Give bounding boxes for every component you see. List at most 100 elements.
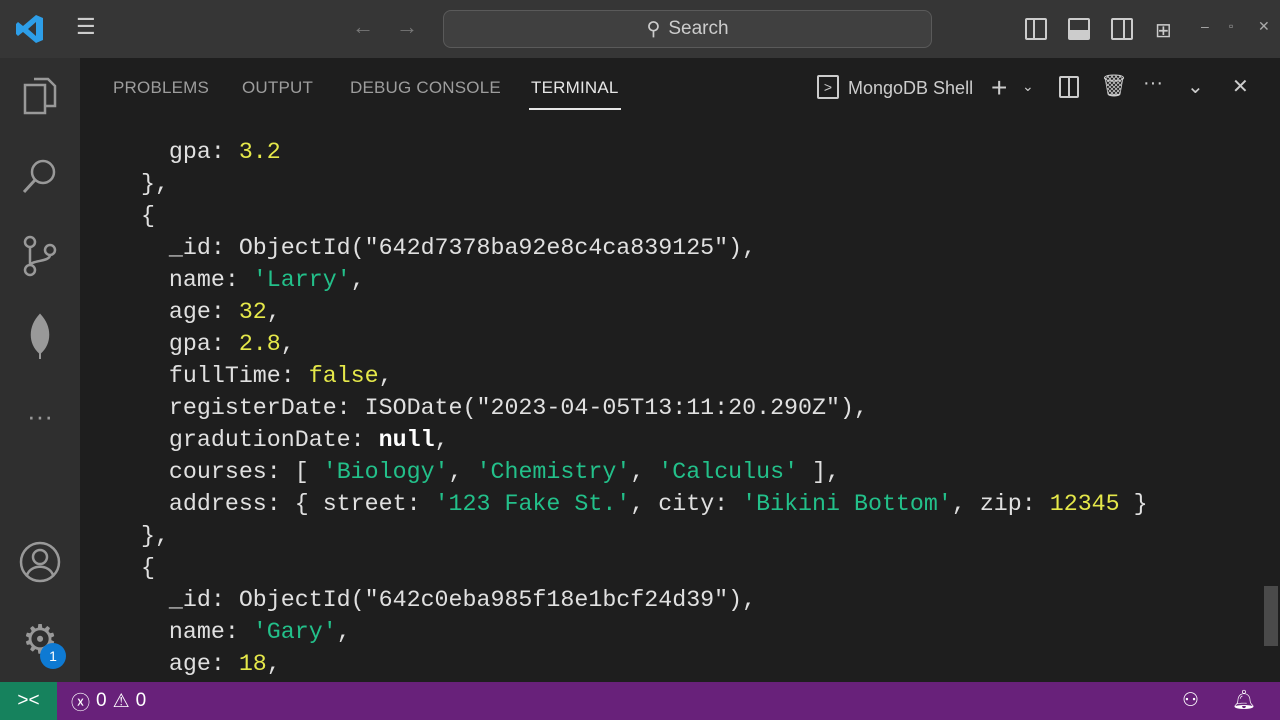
- toggle-primary-sidebar-icon[interactable]: [1025, 18, 1047, 40]
- terminal-token: name:: [113, 619, 253, 645]
- explorer-icon[interactable]: [18, 74, 62, 118]
- terminal-line: registerDate: ISODate("2023-04-05T13:11:…: [113, 392, 1148, 424]
- terminal-token: null: [378, 427, 435, 453]
- more-actions-icon[interactable]: ···: [1143, 72, 1163, 95]
- terminal-token: {: [113, 203, 155, 229]
- terminal-line: {: [113, 200, 1148, 232]
- terminal-token: 2.8: [238, 331, 281, 357]
- warning-count: 0: [135, 690, 147, 711]
- tab-problems[interactable]: PROBLEMS: [113, 78, 209, 98]
- terminal-token: _id: ObjectId("642d7378ba92e8c4ca839125"…: [113, 235, 757, 261]
- terminal-token: _id: ObjectId("642c0eba985f18e1bcf24d39"…: [113, 587, 757, 613]
- search-box[interactable]: ⚲ Search: [443, 10, 932, 48]
- terminal-token: ,: [280, 331, 295, 357]
- terminal-token: address: { street:: [113, 491, 435, 517]
- mongodb-leaf-icon[interactable]: [18, 313, 62, 359]
- toggle-panel-icon[interactable]: [1068, 18, 1090, 40]
- chevron-down-icon[interactable]: ⌄: [1022, 78, 1034, 95]
- terminal-token: registerDate: ISODate("2023-04-05T13:11:…: [113, 395, 868, 421]
- terminal-token: ,: [266, 651, 281, 677]
- terminal-line: age: 18,: [113, 648, 1148, 680]
- terminal-line: address: { street: '123 Fake St.', city:…: [113, 488, 1148, 520]
- terminal-token: }: [1119, 491, 1148, 517]
- close-window-button[interactable]: ✕: [1258, 18, 1270, 35]
- maximize-panel-chevron-icon[interactable]: ⌄: [1187, 74, 1204, 99]
- minimize-button[interactable]: –: [1201, 18, 1209, 34]
- tab-terminal[interactable]: TERMINAL: [531, 78, 619, 98]
- terminal-line: name: 'Larry',: [113, 264, 1148, 296]
- terminal-line: age: 32,: [113, 296, 1148, 328]
- close-panel-icon[interactable]: ✕: [1232, 74, 1249, 99]
- terminal-token: ],: [798, 459, 841, 485]
- terminal-token: 'Calculus': [658, 459, 799, 485]
- terminal-icon: >: [817, 75, 839, 99]
- search-activity-icon[interactable]: [18, 154, 62, 198]
- terminal-line: _id: ObjectId("642d7378ba92e8c4ca839125"…: [113, 232, 1148, 264]
- error-count: 0: [96, 690, 107, 711]
- terminal-token: 'Chemistry': [476, 459, 631, 485]
- terminal-line: _id: ObjectId("642c0eba985f18e1bcf24d39"…: [113, 584, 1148, 616]
- terminal-token: gradutionDate:: [113, 427, 379, 453]
- customize-layout-icon[interactable]: ⊞: [1155, 18, 1172, 43]
- tab-output[interactable]: OUTPUT: [242, 78, 313, 98]
- title-bar: ☰ ← → ⚲ Search ⊞ – ▫ ✕: [0, 0, 1280, 58]
- terminal-token: },: [113, 523, 169, 549]
- terminal-line: },: [113, 168, 1148, 200]
- terminal-name[interactable]: MongoDB Shell: [848, 78, 973, 99]
- terminal-token: ,: [336, 619, 351, 645]
- terminal-token: gpa:: [113, 331, 239, 357]
- terminal-line: courses: [ 'Biology', 'Chemistry', 'Calc…: [113, 456, 1148, 488]
- accounts-icon[interactable]: [18, 540, 62, 584]
- terminal-scrollbar[interactable]: [1264, 586, 1278, 646]
- terminal-token: , zip:: [951, 491, 1050, 517]
- terminal-token: 'Biology': [322, 459, 449, 485]
- terminal-line: name: 'Gary',: [113, 616, 1148, 648]
- source-control-icon[interactable]: [18, 234, 62, 278]
- terminal-token: 32: [238, 299, 267, 325]
- split-terminal-icon[interactable]: [1059, 76, 1079, 98]
- terminal-line: fullTime: false,: [113, 360, 1148, 392]
- feedback-icon[interactable]: ⚇: [1182, 689, 1199, 712]
- terminal-line: gradutionDate: null,: [113, 424, 1148, 456]
- toggle-secondary-sidebar-icon[interactable]: [1111, 18, 1133, 40]
- terminal-token: 'Larry': [252, 267, 351, 293]
- terminal-token: ,: [378, 363, 393, 389]
- terminal-token: ,: [350, 267, 365, 293]
- terminal-token: age:: [113, 651, 239, 677]
- terminal-token: name:: [113, 267, 253, 293]
- terminal-token: age:: [113, 299, 239, 325]
- remote-indicator-icon[interactable]: ><: [0, 682, 57, 720]
- tab-debug-console[interactable]: DEBUG CONSOLE: [350, 78, 501, 98]
- search-placeholder: Search: [668, 18, 729, 39]
- terminal-output[interactable]: gpa: 3.2 }, { _id: ObjectId("642d7378ba9…: [113, 136, 1148, 680]
- terminal-line: {: [113, 552, 1148, 584]
- activity-bar: ··· ⚙: [0, 58, 80, 682]
- problems-status[interactable]: ⓧ 0 ⚠ 0: [71, 688, 146, 715]
- search-icon: ⚲: [646, 18, 661, 40]
- trash-icon[interactable]: 🗑: [1100, 73, 1128, 99]
- active-tab-indicator: [529, 108, 621, 110]
- restore-button[interactable]: ▫: [1229, 19, 1233, 33]
- notifications-bell-icon[interactable]: 🔔︎: [1232, 688, 1256, 712]
- vscode-logo-icon: [16, 14, 44, 49]
- menu-icon[interactable]: ☰: [76, 14, 96, 40]
- terminal-token: {: [113, 555, 155, 581]
- terminal-token: 18: [238, 651, 267, 677]
- terminal-token: 'Gary': [252, 619, 337, 645]
- back-arrow-icon[interactable]: ←: [352, 14, 374, 40]
- settings-badge: 1: [40, 643, 66, 669]
- terminal-token: courses: [: [113, 459, 323, 485]
- terminal-token: ,: [266, 299, 281, 325]
- terminal-line: gpa: 2.8,: [113, 328, 1148, 360]
- terminal-token: , city:: [630, 491, 743, 517]
- status-bar: >< ⓧ 0 ⚠ 0 ⚇ 🔔︎: [0, 682, 1280, 720]
- terminal-token: '123 Fake St.': [434, 491, 631, 517]
- terminal-token: },: [113, 171, 169, 197]
- terminal-token: 3.2: [238, 139, 281, 165]
- new-terminal-icon[interactable]: +: [991, 72, 1007, 104]
- more-icon[interactable]: ···: [18, 394, 62, 438]
- forward-arrow-icon[interactable]: →: [396, 14, 418, 40]
- warning-icon: ⚠: [112, 690, 130, 712]
- panel-header: PROBLEMS OUTPUT DEBUG CONSOLE TERMINAL >…: [80, 58, 1280, 118]
- terminal-token: ,: [434, 427, 449, 453]
